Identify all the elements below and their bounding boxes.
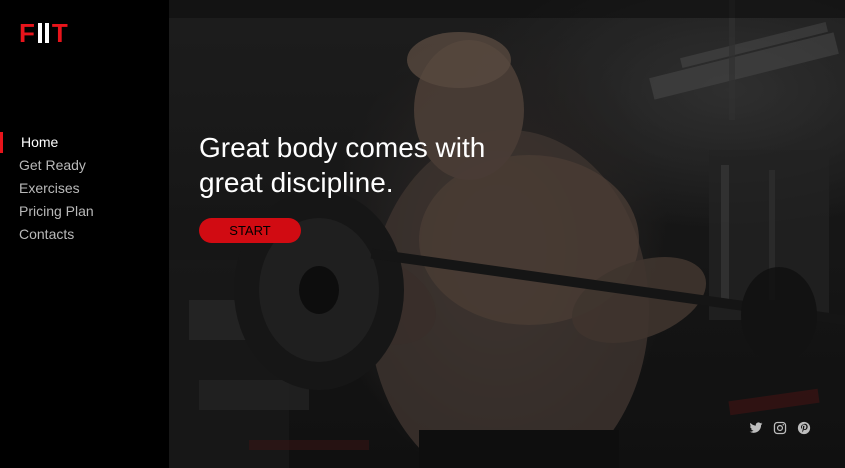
nav-item-contacts[interactable]: Contacts bbox=[0, 223, 169, 246]
logo-bar bbox=[37, 23, 42, 43]
nav-item-label: Home bbox=[21, 134, 59, 150]
social-links bbox=[749, 421, 811, 435]
pinterest-icon[interactable] bbox=[797, 421, 811, 435]
nav-item-label: Pricing Plan bbox=[19, 203, 94, 219]
main-nav: Home Get Ready Exercises Pricing Plan Co… bbox=[0, 131, 169, 246]
nav-item-label: Exercises bbox=[19, 180, 80, 196]
nav-item-label: Get Ready bbox=[19, 157, 86, 173]
page: F T Home Get Ready Exercises Pricing Pla… bbox=[0, 0, 845, 468]
hero-section: Great body comes with great discipline. … bbox=[169, 0, 845, 468]
instagram-icon[interactable] bbox=[773, 421, 787, 435]
sidebar: F T Home Get Ready Exercises Pricing Pla… bbox=[0, 0, 169, 468]
nav-item-exercises[interactable]: Exercises bbox=[0, 177, 169, 200]
hero-headline-line-2: great discipline. bbox=[199, 167, 394, 198]
logo-letter-f: F bbox=[19, 18, 35, 48]
hero-headline-line-1: Great body comes with bbox=[199, 132, 486, 163]
nav-item-home[interactable]: Home bbox=[0, 131, 169, 154]
logo-letter-t: T bbox=[51, 18, 68, 48]
nav-item-pricing-plan[interactable]: Pricing Plan bbox=[0, 200, 169, 223]
start-button[interactable]: START bbox=[199, 218, 301, 243]
nav-item-label: Contacts bbox=[19, 226, 75, 242]
logo[interactable]: F T bbox=[19, 18, 68, 48]
hero-headline: Great body comes with great discipline. bbox=[199, 130, 529, 200]
twitter-icon[interactable] bbox=[749, 421, 763, 435]
logo-bar bbox=[44, 23, 49, 43]
nav-item-get-ready[interactable]: Get Ready bbox=[0, 154, 169, 177]
